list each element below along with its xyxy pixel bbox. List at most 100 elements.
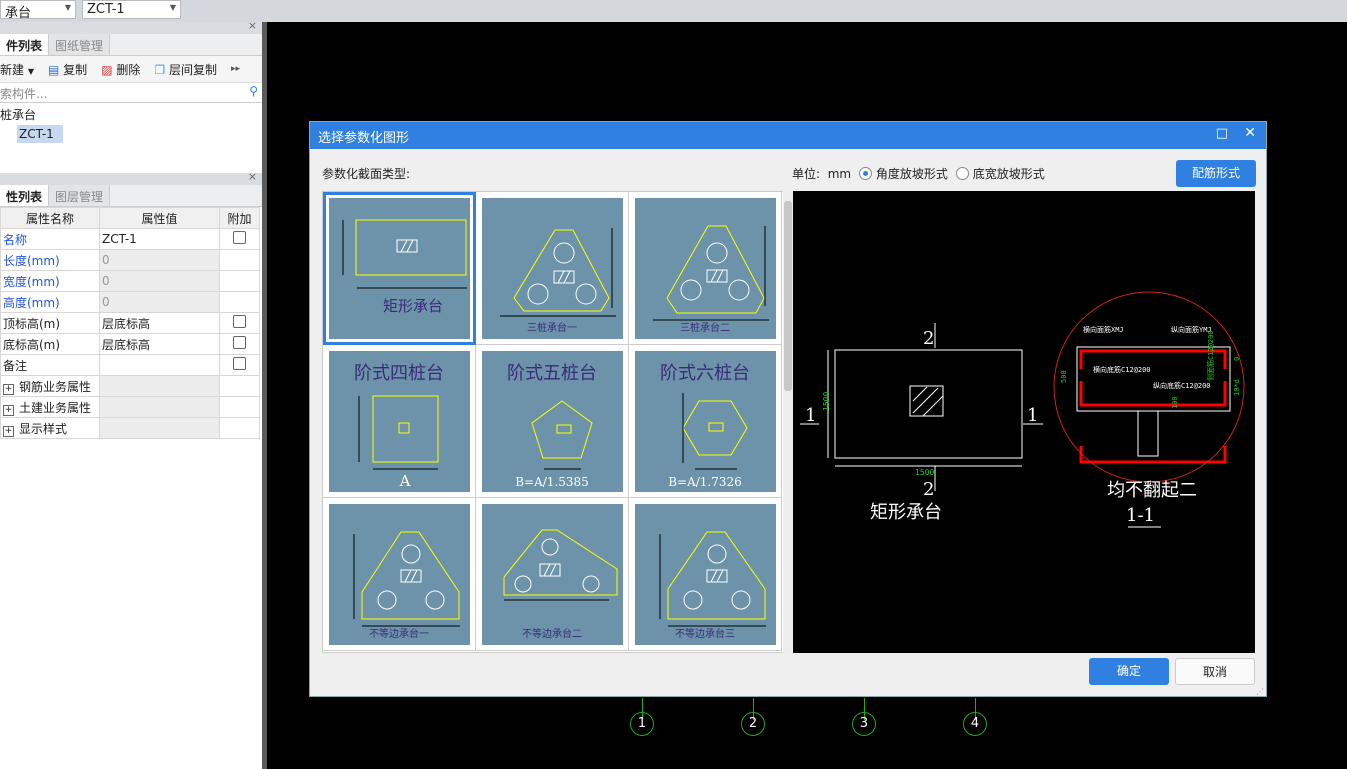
search-icon[interactable]: ⚲ bbox=[249, 84, 258, 98]
checkbox[interactable] bbox=[233, 231, 246, 244]
tab-component-list[interactable]: 件列表 bbox=[0, 34, 50, 55]
expand-icon[interactable]: + bbox=[3, 404, 14, 416]
shape-label: 阶式五桩台 bbox=[507, 363, 597, 384]
shape-note: A bbox=[399, 472, 411, 490]
shape-option[interactable]: 矩形承台 bbox=[323, 192, 476, 345]
shape-label: 不等边承台一 bbox=[369, 627, 429, 640]
tree-item-selected[interactable]: ZCT-1 bbox=[17, 125, 63, 143]
shape-option[interactable]: 不等边承台一 bbox=[323, 498, 476, 651]
shape-option[interactable]: 不等边承台三 bbox=[629, 498, 782, 651]
grid-scrollbar[interactable] bbox=[783, 191, 793, 653]
section-mark-2-top: 2 bbox=[923, 328, 934, 349]
table-row[interactable]: + 显示样式 bbox=[0, 417, 260, 439]
table-row[interactable]: + 土建业务属性 bbox=[0, 396, 260, 418]
radio-angle-slope[interactable] bbox=[858, 167, 872, 180]
scrollbar-thumb[interactable] bbox=[784, 201, 792, 391]
ok-button[interactable]: 确定 bbox=[1089, 658, 1169, 685]
table-row: 宽度(mm) 0 bbox=[0, 270, 260, 292]
shape-thumbnail: 不等边承台三 bbox=[635, 504, 776, 645]
shape-option[interactable]: 不等边承台二 bbox=[476, 498, 629, 651]
prop-value: 0 bbox=[99, 270, 220, 292]
shape-label: 三桩承台一 bbox=[527, 321, 577, 334]
expand-icon[interactable]: + bbox=[3, 383, 14, 395]
new-button[interactable]: 新建 ▼ bbox=[0, 61, 34, 78]
plan-title: 矩形承台 bbox=[870, 502, 942, 523]
new-label: 新建 bbox=[0, 62, 25, 77]
component-tabs: 件列表 图纸管理 bbox=[0, 34, 262, 56]
label-bottom-y: 纵向底筋C12@200 bbox=[1153, 381, 1211, 390]
close-icon[interactable]: ✕ bbox=[1244, 125, 1256, 141]
shape-option[interactable]: 阶式五桩台 B=A/1.5385 bbox=[476, 345, 629, 498]
shape-option[interactable]: 阶式四桩台 A bbox=[323, 345, 476, 498]
prop-value: 0 bbox=[99, 249, 220, 271]
shape-label: 不等边承台三 bbox=[675, 627, 735, 640]
shape-thumbnail: 不等边承台一 bbox=[329, 504, 470, 645]
tab-layer-manager[interactable]: 图层管理 bbox=[49, 185, 111, 206]
shape-option[interactable]: 三桩承台一 bbox=[476, 192, 629, 345]
radio-angle-label[interactable]: 角度放坡形式 bbox=[876, 167, 948, 181]
component-tree: 桩承台 ZCT-1 bbox=[0, 103, 262, 173]
panel-splitter[interactable] bbox=[262, 22, 267, 769]
table-row[interactable]: + 钢筋业务属性 bbox=[0, 375, 260, 397]
radio-width-slope[interactable] bbox=[955, 167, 969, 180]
component-select[interactable]: ZCT-1 ▼ bbox=[82, 0, 181, 19]
shape-grid: 矩形承台 三桩承台一 三桩承台二 阶式四桩台 A 阶式五桩台 B=A/1.538… bbox=[322, 191, 794, 653]
chevron-down-icon: ▼ bbox=[27, 66, 34, 76]
search-placeholder: 索构件... bbox=[0, 87, 48, 101]
tab-drawing-manager[interactable]: 图纸管理 bbox=[49, 34, 111, 55]
header-value: 属性值 bbox=[99, 207, 220, 229]
property-table: 属性名称 属性值 附加 名称 ZCT-1 长度(mm) 0 宽度(mm) 0 高度(mm)… bbox=[0, 207, 260, 439]
section-mark-2-bottom: 2 bbox=[923, 479, 934, 500]
floor-copy-button[interactable]: ❐ 层间复制 bbox=[154, 61, 217, 78]
shape-option[interactable]: 阶式六桩台 B=A/1.7326 bbox=[629, 345, 782, 498]
delete-button[interactable]: ▨ 删除 bbox=[101, 61, 140, 78]
dim-height: 1500 bbox=[822, 392, 831, 411]
prop-value[interactable]: 层底标高 bbox=[99, 312, 220, 334]
radio-width-label[interactable]: 底宽放坡形式 bbox=[973, 167, 1045, 181]
tree-group[interactable]: 桩承台 bbox=[0, 105, 262, 125]
expand-icon[interactable]: + bbox=[3, 425, 14, 437]
prop-name: 名称 bbox=[0, 228, 100, 250]
label-top-y: 纵向面筋YMJ bbox=[1171, 325, 1212, 334]
rebar-form-button[interactable]: 配筋形式 bbox=[1176, 160, 1256, 187]
property-tabs: 性列表 图层管理 bbox=[0, 185, 262, 207]
shape-label: 不等边承台二 bbox=[522, 627, 582, 640]
checkbox[interactable] bbox=[233, 336, 246, 349]
prop-value[interactable]: 层底标高 bbox=[99, 333, 220, 355]
maximize-icon[interactable]: □ bbox=[1216, 126, 1228, 141]
dialog-titlebar: 选择参数化图形 □ ✕ bbox=[310, 122, 1266, 149]
shape-label: 矩形承台 bbox=[383, 297, 443, 315]
label-top-x: 横向面筋XMJ bbox=[1083, 325, 1124, 334]
copy-button[interactable]: ▤ 复制 bbox=[48, 61, 87, 78]
shape-option[interactable]: 三桩承台二 bbox=[629, 192, 782, 345]
unit-label: 单位: bbox=[792, 167, 821, 181]
select-shape-dialog: 选择参数化图形 □ ✕ 参数化截面类型: 单位: mm 角度放坡形式 底宽放坡形… bbox=[309, 121, 1267, 697]
axis-label: 4 bbox=[963, 712, 987, 736]
prop-name: 顶标高(m) bbox=[0, 312, 100, 334]
checkbox[interactable] bbox=[233, 357, 246, 370]
delete-icon: ▨ bbox=[101, 62, 113, 77]
chevron-down-icon: ▼ bbox=[169, 3, 176, 12]
label-cover: 100 bbox=[1171, 396, 1179, 409]
section-mark-1-right: 1 bbox=[1027, 405, 1038, 426]
type-select-value: 承台 bbox=[5, 6, 32, 21]
prop-group: 土建业务属性 bbox=[19, 400, 92, 415]
cancel-button[interactable]: 取消 bbox=[1175, 658, 1255, 685]
checkbox[interactable] bbox=[233, 315, 246, 328]
close-icon[interactable]: × bbox=[248, 170, 257, 183]
prop-name: 长度(mm) bbox=[0, 249, 100, 271]
close-icon[interactable]: × bbox=[248, 19, 257, 32]
panel-header: × bbox=[0, 19, 262, 34]
copy-icon: ▤ bbox=[48, 62, 60, 77]
component-search[interactable]: 索构件... ⚲ bbox=[0, 83, 262, 103]
axis-label: 3 bbox=[852, 712, 876, 736]
more-icon[interactable]: ▸▸ bbox=[231, 64, 240, 74]
header-extra: 附加 bbox=[219, 207, 260, 229]
dialog-title: 选择参数化图形 bbox=[318, 131, 410, 146]
prop-value[interactable]: ZCT-1 bbox=[99, 228, 220, 250]
prop-value[interactable] bbox=[99, 354, 220, 376]
type-select[interactable]: 承台 ▼ bbox=[0, 0, 76, 21]
resize-grip-icon[interactable]: ⋰ bbox=[1256, 687, 1264, 696]
tab-property-list[interactable]: 性列表 bbox=[0, 185, 50, 206]
shape-label: 阶式四桩台 bbox=[354, 363, 444, 384]
